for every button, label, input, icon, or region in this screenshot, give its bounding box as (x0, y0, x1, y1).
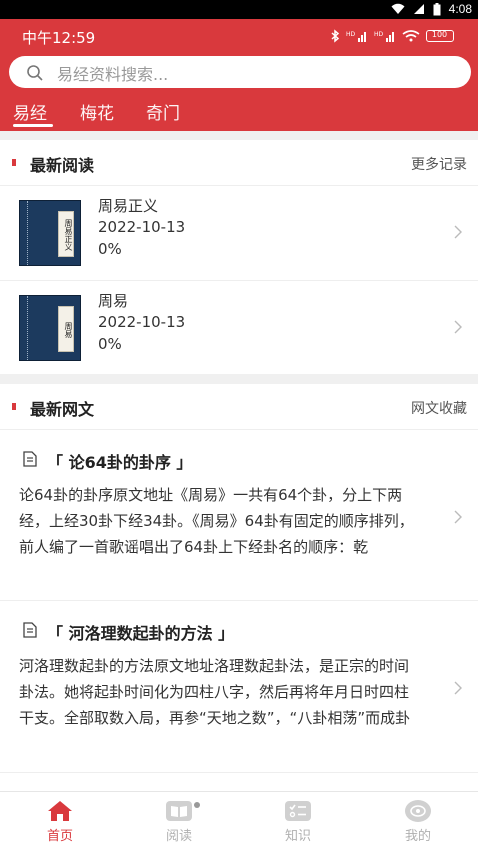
article-item[interactable]: 「 河洛理数起卦的方法 」 河洛理数起卦的方法原文地址洛理数起卦法，是正宗的时间… (0, 601, 478, 773)
signal-hd-icon: HD (346, 31, 366, 42)
recent-articles-header: 最新网文 网文收藏 (0, 384, 478, 430)
tab-yijing[interactable]: 易经 (13, 99, 47, 124)
book-title: 周易正义 (98, 197, 159, 215)
chevron-right-icon (454, 225, 462, 239)
home-icon (48, 801, 72, 821)
signal-icon (413, 4, 424, 14)
nav-label: 我的 (404, 829, 431, 844)
phone-status-bar: 中午12:59 HD HD 100 (0, 19, 478, 53)
book-title: 周易 (98, 292, 129, 310)
app-header: 中午12:59 HD HD 100 易经资料搜索... 易经 梅花 奇门 (0, 19, 478, 131)
document-icon (23, 622, 37, 638)
book-cover: 周易 (19, 295, 81, 361)
book-item[interactable]: 周易 周易 2022-10-13 0% (0, 281, 478, 376)
book-cover: 周易正义 (19, 200, 81, 266)
nav-label: 知识 (284, 829, 311, 844)
article-excerpt: 河洛理数起卦的方法原文地址洛理数起卦法，是正宗的时间卦法。她将起卦时间化为四柱八… (19, 657, 411, 727)
article-favorites-link[interactable]: 网文收藏 (411, 398, 467, 418)
knowledge-icon (285, 801, 311, 821)
search-bar[interactable]: 易经资料搜索... (9, 56, 471, 88)
nav-reading[interactable]: 阅读 (134, 792, 224, 849)
recent-reading-section: 最新阅读 更多记录 周易正义 周易正义 2022-10-13 0% 周易 周易 … (0, 140, 478, 374)
search-icon (27, 65, 43, 81)
unread-dot (194, 802, 200, 808)
svg-text:HD: HD (346, 31, 356, 38)
chevron-right-icon (454, 681, 462, 695)
article-title: 「 河洛理数起卦的方法 」 (47, 624, 235, 643)
bluetooth-icon (331, 29, 340, 43)
more-records-link[interactable]: 更多记录 (411, 154, 467, 174)
section-title: 最新阅读 (30, 156, 95, 175)
article-excerpt: 论64卦的卦序原文地址《周易》一共有64个卦，分上下两经，上经30卦下经34卦。… (19, 486, 414, 556)
tab-meihua[interactable]: 梅花 (80, 99, 114, 124)
tab-qimen[interactable]: 奇门 (146, 99, 180, 124)
section-marker (12, 403, 16, 410)
profile-icon (405, 800, 431, 822)
section-title: 最新网文 (30, 400, 95, 419)
phone-status-icons: HD HD 100 (330, 29, 454, 43)
wifi-icon (391, 3, 405, 14)
book-cover-label: 周易正义 (58, 211, 74, 257)
recent-reading-header: 最新阅读 更多记录 (0, 140, 478, 186)
recent-articles-section: 最新网文 网文收藏 「 论64卦的卦序 」 论64卦的卦序原文地址《周易》一共有… (0, 384, 478, 791)
system-clock: 4:08 (448, 2, 472, 16)
nav-profile[interactable]: 我的 (373, 792, 463, 849)
battery-indicator: 100 (426, 30, 454, 42)
battery-icon (433, 2, 441, 15)
book-icon (166, 801, 192, 821)
nav-home[interactable]: 首页 (15, 792, 105, 849)
svg-text:HD: HD (374, 31, 384, 38)
bottom-navigation: 首页 阅读 知识 我的 (0, 791, 478, 849)
active-tab-indicator (13, 124, 53, 127)
signal-hd-icon-2: HD (374, 31, 394, 42)
book-binding (27, 296, 30, 360)
book-progress: 0% (98, 335, 122, 353)
book-item[interactable]: 周易正义 周易正义 2022-10-13 0% (0, 186, 478, 281)
chevron-right-icon (454, 320, 462, 334)
book-progress: 0% (98, 240, 122, 258)
nav-knowledge[interactable]: 知识 (253, 792, 343, 849)
search-placeholder: 易经资料搜索... (57, 65, 169, 84)
book-date: 2022-10-13 (98, 218, 186, 236)
wifi-icon-phone (402, 30, 420, 42)
system-status-bar: 4:08 (0, 0, 478, 19)
category-tabs: 易经 梅花 奇门 (0, 97, 478, 131)
book-date: 2022-10-13 (98, 313, 186, 331)
battery-level: 100 (431, 30, 448, 39)
phone-clock: 中午12:59 (22, 29, 96, 47)
section-marker (12, 159, 16, 166)
article-item[interactable]: 「 论64卦的卦序 」 论64卦的卦序原文地址《周易》一共有64个卦，分上下两经… (0, 430, 478, 601)
book-cover-label: 周易 (58, 306, 74, 352)
system-status-icons: 4:08 (391, 2, 472, 16)
chevron-right-icon (454, 510, 462, 524)
nav-label: 首页 (46, 829, 73, 844)
document-icon (23, 451, 37, 467)
nav-label: 阅读 (165, 829, 192, 844)
article-title: 「 论64卦的卦序 」 (47, 453, 193, 472)
book-binding (27, 201, 30, 265)
